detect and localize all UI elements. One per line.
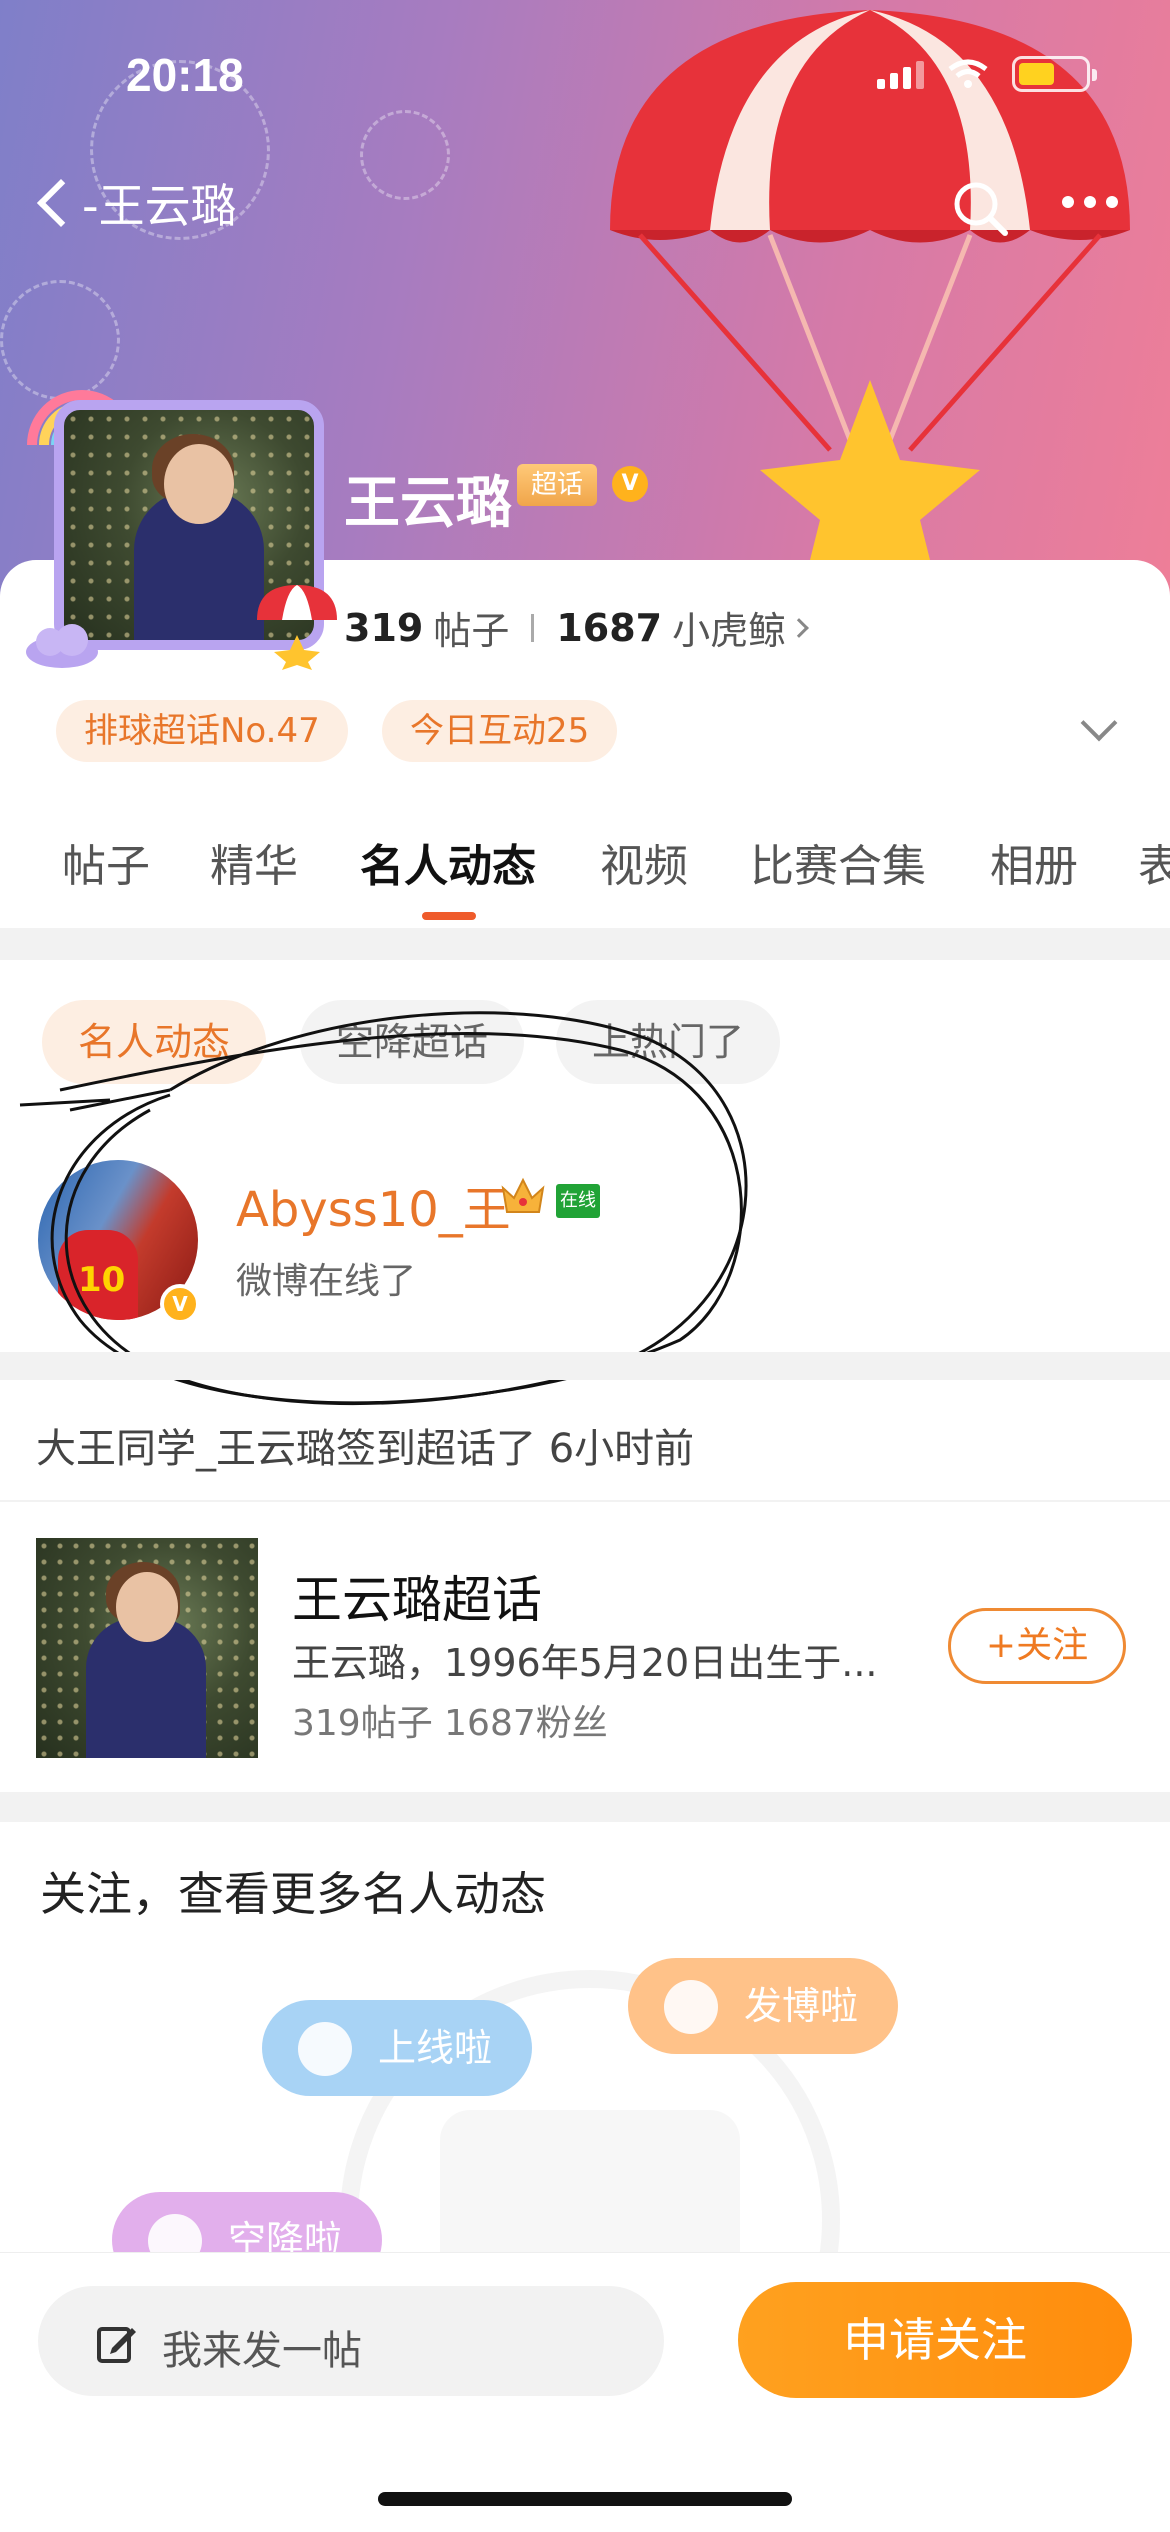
tab-posts[interactable]: 帖子 [62,830,150,894]
divider [531,613,535,642]
tab-more[interactable]: 表 [1138,830,1170,894]
posts-label: 帖子 [433,609,510,653]
topic-avatar[interactable] [22,380,342,670]
pill-airdrop: 空降啦 [112,2192,383,2260]
follow-button[interactable]: +关注 [948,1608,1126,1684]
topic-thumbnail[interactable] [36,1538,258,1758]
chip-trending[interactable]: 上热门了 [556,1000,781,1084]
more-updates-title: 关注，查看更多名人动态 [40,1867,546,1921]
rank-pill[interactable]: 排球超话No.47 [56,700,348,762]
fans-count: 1687 [556,605,663,650]
section-divider [0,928,1170,960]
pill-online: 上线啦 [262,2000,533,2096]
status-time: 20:18 [126,49,244,101]
chip-airdrop[interactable]: 空降超话 [300,1000,525,1084]
battery-icon [1012,56,1097,92]
status-icons [877,56,1097,92]
interaction-pill[interactable]: 今日互动25 [382,700,618,762]
active-tab-indicator [422,912,476,920]
tab-bar: 帖子 精华 名人动态 视频 比赛合集 相册 表 [0,830,1170,930]
topic-card-stats: 319帖子 1687粉丝 [292,1703,608,1744]
chevron-right-icon [789,617,810,638]
arrow-up-icon [298,2022,352,2076]
pen-icon [664,1980,718,2034]
topic-name: 王云璐 [344,471,512,536]
firework-decoration [360,110,450,200]
verified-badge-icon: V [160,1284,200,1324]
verified-badge-icon: V [612,466,648,502]
super-topic-tag: 超话 [517,464,597,506]
online-badge: 在线 [556,1184,600,1218]
jersey-number: 10 [78,1260,126,1300]
checkin-text: 大王同学_王云璐签到超话了 6小时前 [36,1426,695,1472]
post-input-placeholder: 我来发一帖 [162,2328,362,2374]
tab-match-collection[interactable]: 比赛合集 [750,830,926,894]
section-divider [0,1792,1170,1822]
apply-follow-button[interactable]: 申请关注 [738,2282,1132,2398]
tab-featured[interactable]: 精华 [210,830,298,894]
tab-album[interactable]: 相册 [990,830,1078,894]
home-indicator [378,2492,792,2506]
row-divider [0,1500,1170,1502]
fans-label: 小虎鲸 [672,609,787,653]
celebrity-status: 微博在线了 [236,1261,417,1302]
balloon-icon [257,585,337,670]
wifi-icon [948,59,988,88]
pill-posted: 发博啦 [628,1958,899,2054]
chip-celebrity-updates[interactable]: 名人动态 [42,1000,267,1084]
back-button[interactable]: -王云璐 [30,170,237,236]
cloud-icon [26,624,98,668]
tab-celebrity-updates[interactable]: 名人动态 [360,830,536,894]
more-icon[interactable] [1062,196,1118,208]
back-label: -王云璐 [82,179,237,233]
search-icon[interactable] [950,178,1010,238]
crown-icon [501,1177,545,1213]
topic-card-description: 王云璐，1996年5月20日出生于... [292,1641,878,1685]
promo-illustration: 上线啦 发博啦 空降啦 [0,1930,1170,2260]
chevron-left-icon [36,178,86,228]
posts-count: 319 [344,605,424,650]
edit-icon [97,2327,136,2363]
section-divider [0,1352,1170,1380]
celebrity-name[interactable]: Abyss10_王 [236,1170,511,1240]
topic-stats[interactable]: 319 帖子 1687 小虎鲸 [344,600,810,655]
topic-card-title[interactable]: 王云璐超话 [292,1560,542,1632]
signal-icon [877,59,924,89]
tab-videos[interactable]: 视频 [600,830,688,894]
